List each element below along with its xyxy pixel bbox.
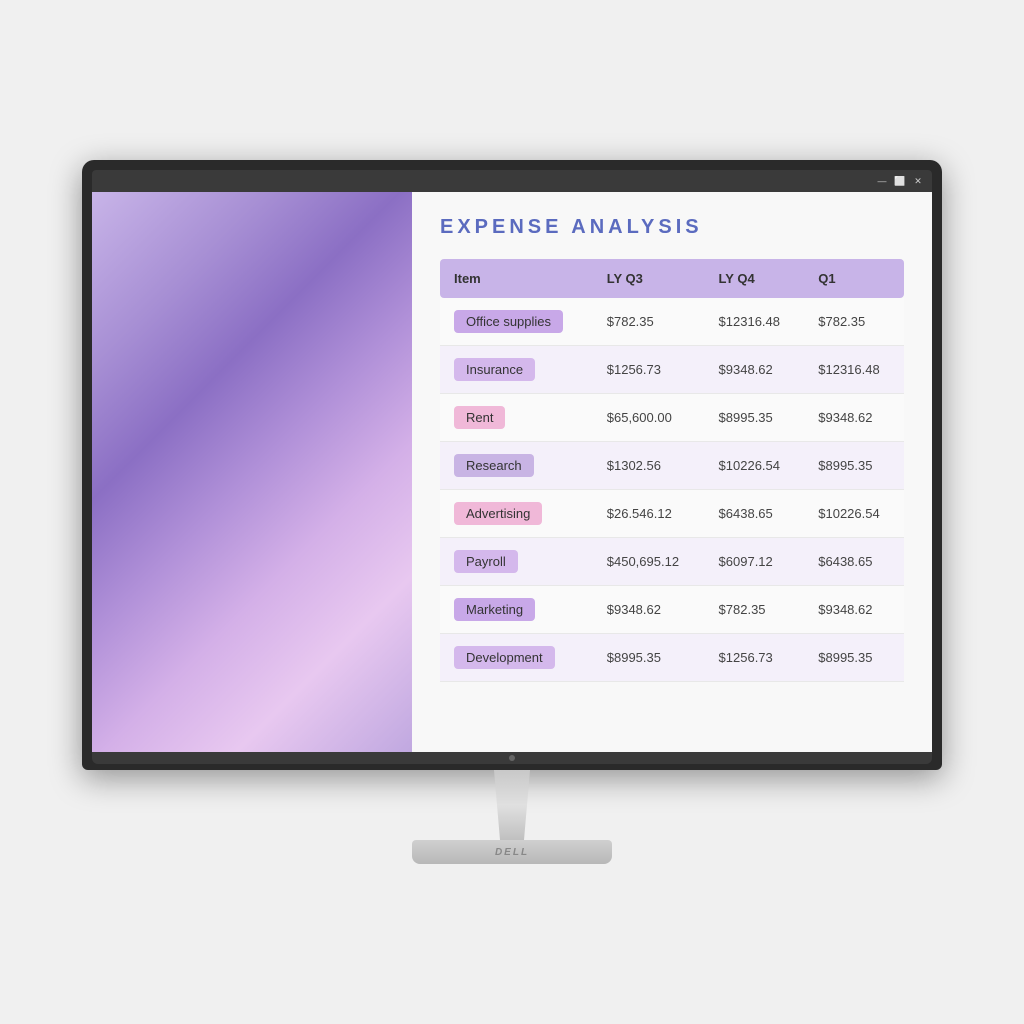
col-header-item: Item [440,259,593,298]
table-cell-lyq4: $8995.35 [705,394,805,442]
table-cell-lyq3: $1256.73 [593,346,705,394]
table-row: Development$8995.35$1256.73$8995.35 [440,634,904,682]
col-header-q1: Q1 [804,259,904,298]
table-cell-item: Insurance [440,346,593,394]
bottom-dot [509,755,515,761]
table-row: Advertising$26.546.12$6438.65$10226.54 [440,490,904,538]
col-header-lyq4: LY Q4 [705,259,805,298]
table-cell-q1: $6438.65 [804,538,904,586]
table-cell-lyq3: $26.546.12 [593,490,705,538]
table-cell-lyq4: $1256.73 [705,634,805,682]
content-panel: EXPENSE ANALYSIS Item LY Q3 LY Q4 Q1 Off… [412,192,932,752]
table-cell-q1: $9348.62 [804,586,904,634]
title-bar: — ⬜ ✕ [92,170,932,192]
table-cell-q1: $9348.62 [804,394,904,442]
monitor-stand-base: DELL [412,840,612,864]
minimize-button[interactable]: — [876,175,888,187]
decorative-image [92,192,412,752]
table-cell-lyq3: $8995.35 [593,634,705,682]
screen: EXPENSE ANALYSIS Item LY Q3 LY Q4 Q1 Off… [92,192,932,752]
table-cell-lyq3: $782.35 [593,298,705,346]
table-cell-item: Office supplies [440,298,593,346]
table-cell-lyq4: $10226.54 [705,442,805,490]
close-button[interactable]: ✕ [912,175,924,187]
maximize-button[interactable]: ⬜ [894,175,906,187]
dell-logo: DELL [495,847,529,858]
table-cell-item: Marketing [440,586,593,634]
table-cell-lyq3: $450,695.12 [593,538,705,586]
col-header-lyq3: LY Q3 [593,259,705,298]
table-cell-lyq4: $9348.62 [705,346,805,394]
table-cell-lyq4: $6438.65 [705,490,805,538]
table-row: Marketing$9348.62$782.35$9348.62 [440,586,904,634]
table-cell-q1: $8995.35 [804,634,904,682]
table-cell-q1: $12316.48 [804,346,904,394]
table-cell-lyq4: $6097.12 [705,538,805,586]
table-cell-lyq4: $782.35 [705,586,805,634]
table-cell-item: Rent [440,394,593,442]
table-row: Payroll$450,695.12$6097.12$6438.65 [440,538,904,586]
table-cell-item: Advertising [440,490,593,538]
table-cell-q1: $10226.54 [804,490,904,538]
monitor-outer: — ⬜ ✕ EXPENSE ANALYSIS Item LY Q3 LY Q4 … [82,160,942,864]
monitor-bottom-bar [92,752,932,764]
table-row: Research$1302.56$10226.54$8995.35 [440,442,904,490]
table-cell-lyq3: $65,600.00 [593,394,705,442]
page-title: EXPENSE ANALYSIS [440,216,904,239]
table-cell-q1: $782.35 [804,298,904,346]
table-cell-q1: $8995.35 [804,442,904,490]
table-cell-item: Payroll [440,538,593,586]
monitor-stand-neck [482,770,542,840]
table-row: Office supplies$782.35$12316.48$782.35 [440,298,904,346]
table-row: Insurance$1256.73$9348.62$12316.48 [440,346,904,394]
table-cell-item: Development [440,634,593,682]
monitor-frame: — ⬜ ✕ EXPENSE ANALYSIS Item LY Q3 LY Q4 … [82,160,942,770]
table-cell-lyq4: $12316.48 [705,298,805,346]
expense-table: Item LY Q3 LY Q4 Q1 Office supplies$782.… [440,259,904,682]
table-row: Rent$65,600.00$8995.35$9348.62 [440,394,904,442]
table-header-row: Item LY Q3 LY Q4 Q1 [440,259,904,298]
table-cell-lyq3: $9348.62 [593,586,705,634]
table-cell-item: Research [440,442,593,490]
table-cell-lyq3: $1302.56 [593,442,705,490]
